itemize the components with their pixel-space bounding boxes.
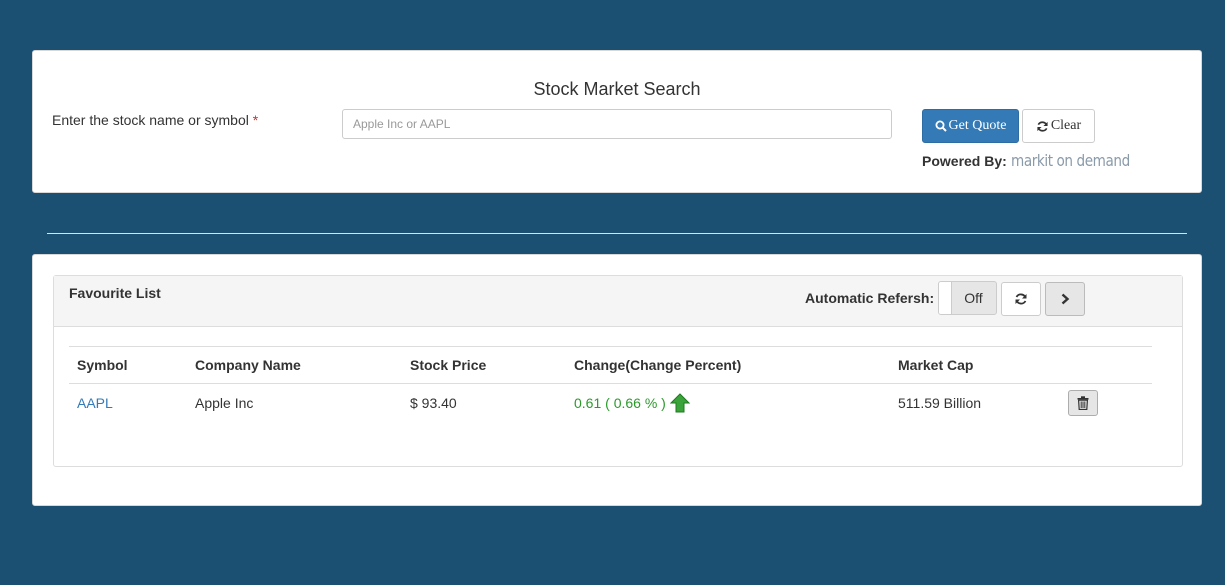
up-arrow-icon: [669, 393, 690, 413]
chevron-right-icon: [1061, 293, 1070, 305]
price-cell: $ 93.40: [410, 395, 457, 411]
auto-refresh-toggle[interactable]: Off: [938, 281, 997, 315]
col-company-name: Company Name: [187, 346, 402, 384]
auto-refresh-label: Automatic Refersh:: [805, 290, 935, 306]
get-quote-label: Get Quote: [948, 118, 1007, 133]
toggle-state: Off: [964, 290, 983, 306]
search-panel: Stock Market Search Enter the stock name…: [32, 50, 1202, 193]
clear-button[interactable]: Clear: [1022, 109, 1095, 143]
favourites-header: Favourite List Automatic Refersh: Off: [54, 276, 1182, 327]
table-header-row: Symbol Company Name Stock Price Change(C…: [69, 346, 1152, 384]
favourites-table: Symbol Company Name Stock Price Change(C…: [69, 346, 1152, 422]
search-icon: [935, 120, 947, 132]
stock-search-input[interactable]: [342, 109, 892, 139]
get-quote-button[interactable]: Get Quote: [922, 109, 1019, 143]
powered-by: Powered By: markit on demand: [922, 151, 1151, 170]
change-value: 0.61 ( 0.66 % ): [574, 395, 666, 411]
favourites-panel: Favourite List Automatic Refersh: Off Sy…: [32, 254, 1202, 506]
symbol-link[interactable]: AAPL: [77, 395, 113, 411]
trash-icon: [1077, 396, 1089, 410]
symbol-label: Enter the stock name or symbol *: [52, 112, 258, 128]
table-row: AAPL Apple Inc $ 93.40 0.61 ( 0.66 % ) 5…: [69, 384, 1152, 423]
powered-by-label: Powered By:: [922, 152, 1007, 169]
col-change: Change(Change Percent): [566, 346, 890, 384]
favourites-card: Favourite List Automatic Refersh: Off Sy…: [53, 275, 1183, 467]
refresh-icon: [1015, 293, 1027, 305]
col-market-cap: Market Cap: [890, 346, 1068, 384]
refresh-button[interactable]: [1001, 282, 1041, 316]
symbol-label-text: Enter the stock name or symbol: [52, 112, 249, 128]
required-marker: *: [252, 112, 259, 128]
company-cell: Apple Inc: [195, 395, 254, 411]
col-stock-price: Stock Price: [402, 346, 566, 384]
refresh-icon: [1037, 120, 1048, 132]
actions-cell: [1068, 384, 1152, 423]
col-actions: [1068, 346, 1152, 384]
market-cap-cell: 511.59 Billion: [898, 395, 982, 411]
clear-label: Clear: [1050, 118, 1082, 133]
next-button[interactable]: [1045, 282, 1085, 316]
delete-button[interactable]: [1068, 390, 1098, 416]
symbol-cell: AAPL: [69, 384, 187, 423]
section-divider: [47, 233, 1187, 234]
markit-logo: markit on demand: [1010, 151, 1130, 170]
col-symbol: Symbol: [69, 346, 187, 384]
favourites-title: Favourite List: [69, 285, 161, 301]
page-title: Stock Market Search: [533, 79, 701, 99]
change-cell: 0.61 ( 0.66 % ): [566, 384, 890, 423]
